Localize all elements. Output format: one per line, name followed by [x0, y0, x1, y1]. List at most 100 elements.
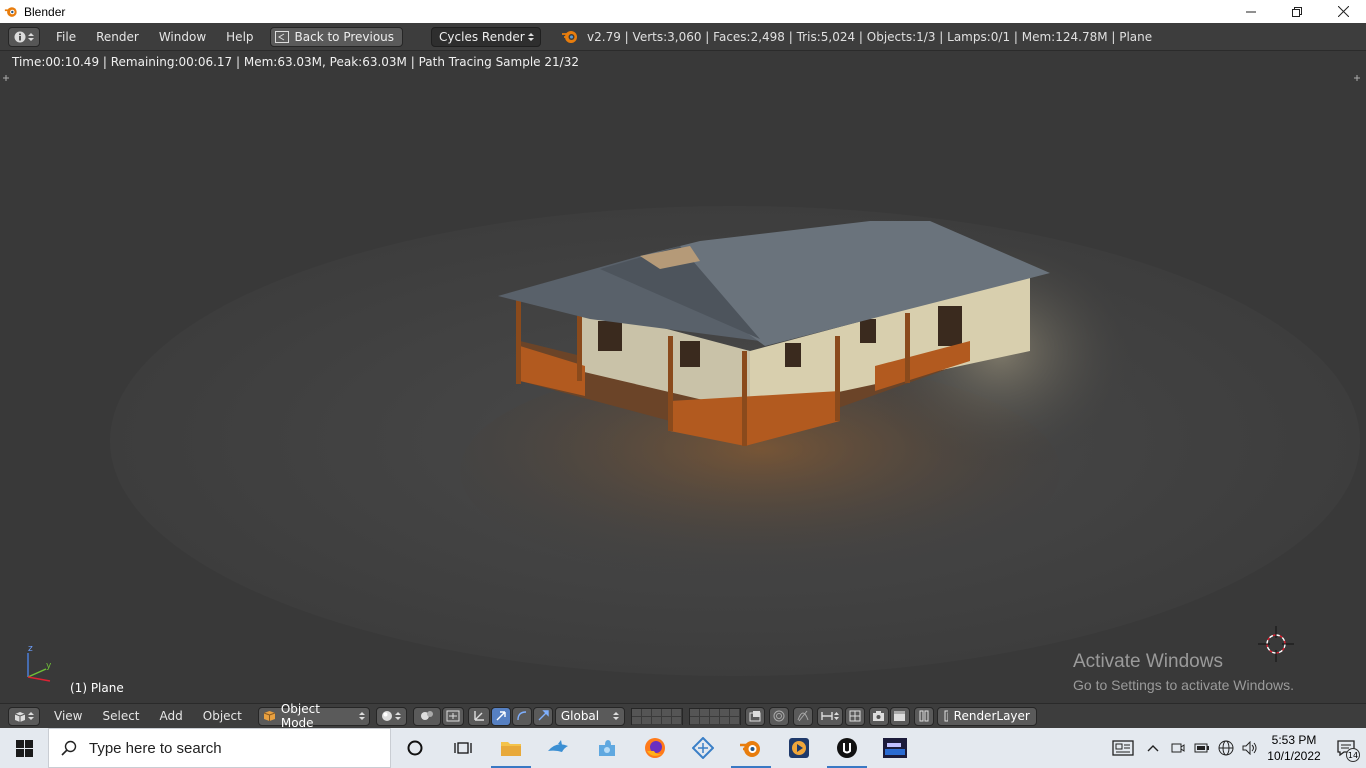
transform-manipulators-toggle[interactable]	[467, 706, 490, 726]
network-diamond-icon	[692, 737, 714, 759]
translate-arrow-icon	[496, 711, 506, 721]
pause-icon	[919, 710, 929, 722]
close-button[interactable]	[1320, 0, 1366, 23]
task-view-icon	[454, 742, 472, 754]
viewport-shading-selector[interactable]	[375, 706, 407, 726]
menu-render[interactable]: Render	[86, 30, 149, 44]
pivot-point-selector[interactable]	[412, 706, 441, 726]
scene-layers-group-1[interactable]	[630, 707, 683, 725]
tray-battery-button[interactable]	[1190, 728, 1214, 768]
3d-view-icon	[14, 711, 26, 722]
taskbar-dolphin-app[interactable]	[535, 728, 583, 768]
snap-element-selector[interactable]	[816, 706, 843, 726]
taskbar-video-app[interactable]	[775, 728, 823, 768]
opengl-render-animation-button[interactable]	[889, 706, 910, 726]
layers-lock-icon	[749, 711, 761, 722]
active-object-label: (1) Plane	[70, 681, 124, 695]
tray-network-button[interactable]	[1214, 728, 1238, 768]
battery-plug-icon	[1194, 743, 1209, 753]
tray-meet-button[interactable]	[1166, 728, 1190, 768]
activate-windows-title: Activate Windows	[1073, 651, 1223, 672]
task-view-button[interactable]	[439, 728, 487, 768]
show-hidden-icons-button[interactable]	[1140, 728, 1166, 768]
manipulator-toggle[interactable]	[441, 706, 464, 726]
render-layer-icon	[944, 710, 948, 722]
menu-file[interactable]: File	[46, 30, 86, 44]
area-split-widget-left[interactable]	[3, 75, 9, 81]
close-icon	[1337, 6, 1349, 17]
clapperboard-icon	[894, 711, 906, 721]
taskbar-search-box[interactable]: Type here to search	[48, 728, 391, 768]
menu-help[interactable]: Help	[216, 30, 263, 44]
rendered-shading-icon	[382, 711, 393, 721]
news-widget-button[interactable]	[1106, 728, 1140, 768]
tray-volume-button[interactable]	[1238, 728, 1262, 768]
cortana-button[interactable]	[391, 728, 439, 768]
back-to-previous-button[interactable]: Back to Previous	[269, 26, 404, 47]
render-engine-selector[interactable]: Cycles Render	[431, 26, 542, 47]
snap-toggle-button[interactable]	[844, 706, 865, 726]
menu-view[interactable]: View	[44, 709, 92, 723]
puzzle-icon	[599, 740, 615, 756]
snap-increment-icon	[821, 712, 833, 720]
render-layer-value: RenderLayer	[953, 709, 1030, 723]
taskbar-clock[interactable]: 5:53 PM 10/1/2022	[1262, 732, 1326, 764]
start-button[interactable]	[0, 728, 48, 768]
scale-manipulator-button[interactable]	[532, 706, 553, 726]
rotate-manipulator-button[interactable]	[511, 706, 532, 726]
svg-text:z: z	[28, 644, 33, 654]
taskbar-file-explorer[interactable]	[487, 728, 535, 768]
menu-window[interactable]: Window	[149, 30, 216, 44]
opengl-render-image-button[interactable]	[868, 706, 889, 726]
pause-render-button[interactable]	[913, 706, 934, 726]
cortana-circle-icon	[407, 740, 423, 756]
video-app-icon	[789, 738, 809, 758]
proportional-editing-button[interactable]	[768, 706, 789, 726]
editor-type-selector[interactable]	[8, 26, 40, 47]
rotate-arc-icon	[517, 711, 526, 721]
axis-gizmo: z y	[27, 644, 52, 682]
3d-viewport[interactable]: z y Time:00:10.49 | Remaining:00:06.17 |…	[0, 51, 1366, 703]
taskbar-puzzle-app[interactable]	[583, 728, 631, 768]
windows-logo-icon	[15, 739, 33, 757]
minimize-button[interactable]	[1228, 0, 1274, 23]
object-mode-icon	[263, 711, 276, 721]
menu-add[interactable]: Add	[150, 709, 193, 723]
info-header: File Render Window Help Back to Previous…	[0, 23, 1366, 51]
render-layer-field[interactable]: RenderLayer	[936, 706, 1037, 726]
action-center-button[interactable]: 14	[1326, 728, 1366, 768]
blender-logo-icon	[562, 30, 578, 43]
updown-arrows-icon	[358, 712, 365, 720]
taskbar-network-app[interactable]	[679, 728, 727, 768]
area-split-widget-right[interactable]	[1354, 75, 1360, 81]
pivot-point-icon	[420, 711, 433, 720]
taskbar-firefox[interactable]	[631, 728, 679, 768]
transform-orientation-selector[interactable]: Global	[554, 706, 625, 726]
updown-arrows-icon	[28, 32, 34, 41]
menu-object[interactable]: Object	[193, 709, 252, 723]
taskbar-blender[interactable]	[727, 728, 775, 768]
clock-date: 10/1/2022	[1267, 749, 1321, 763]
restore-button[interactable]	[1274, 0, 1320, 23]
updown-arrows-icon	[28, 712, 34, 720]
blender-logo-icon	[4, 6, 17, 17]
system-tray: 5:53 PM 10/1/2022 14	[1106, 728, 1366, 768]
editor-type-selector[interactable]	[8, 706, 40, 726]
interaction-mode-selector[interactable]: Object Mode	[257, 702, 370, 730]
folder-icon	[501, 742, 521, 756]
scene-layers-group-2[interactable]	[688, 707, 741, 725]
menu-select[interactable]: Select	[92, 709, 149, 723]
translate-manipulator-button[interactable]	[490, 706, 511, 726]
taskbar-game-app[interactable]	[871, 728, 919, 768]
render-progress-info: Time:00:10.49 | Remaining:00:06.17 | Mem…	[12, 55, 579, 69]
interaction-mode-value: Object Mode	[280, 702, 320, 730]
back-icon	[274, 30, 289, 43]
scene-stats: v2.79 | Verts:3,060 | Faces:2,498 | Tris…	[561, 29, 1152, 45]
lock-camera-layers-button[interactable]	[744, 706, 765, 726]
globe-network-icon	[1218, 740, 1234, 756]
taskbar-unreal-engine[interactable]	[823, 728, 871, 768]
updown-arrows-icon	[395, 712, 402, 720]
blender-logo-icon	[740, 741, 760, 757]
back-to-previous-label: Back to Previous	[294, 29, 395, 44]
proportional-falloff-button[interactable]	[792, 706, 813, 726]
